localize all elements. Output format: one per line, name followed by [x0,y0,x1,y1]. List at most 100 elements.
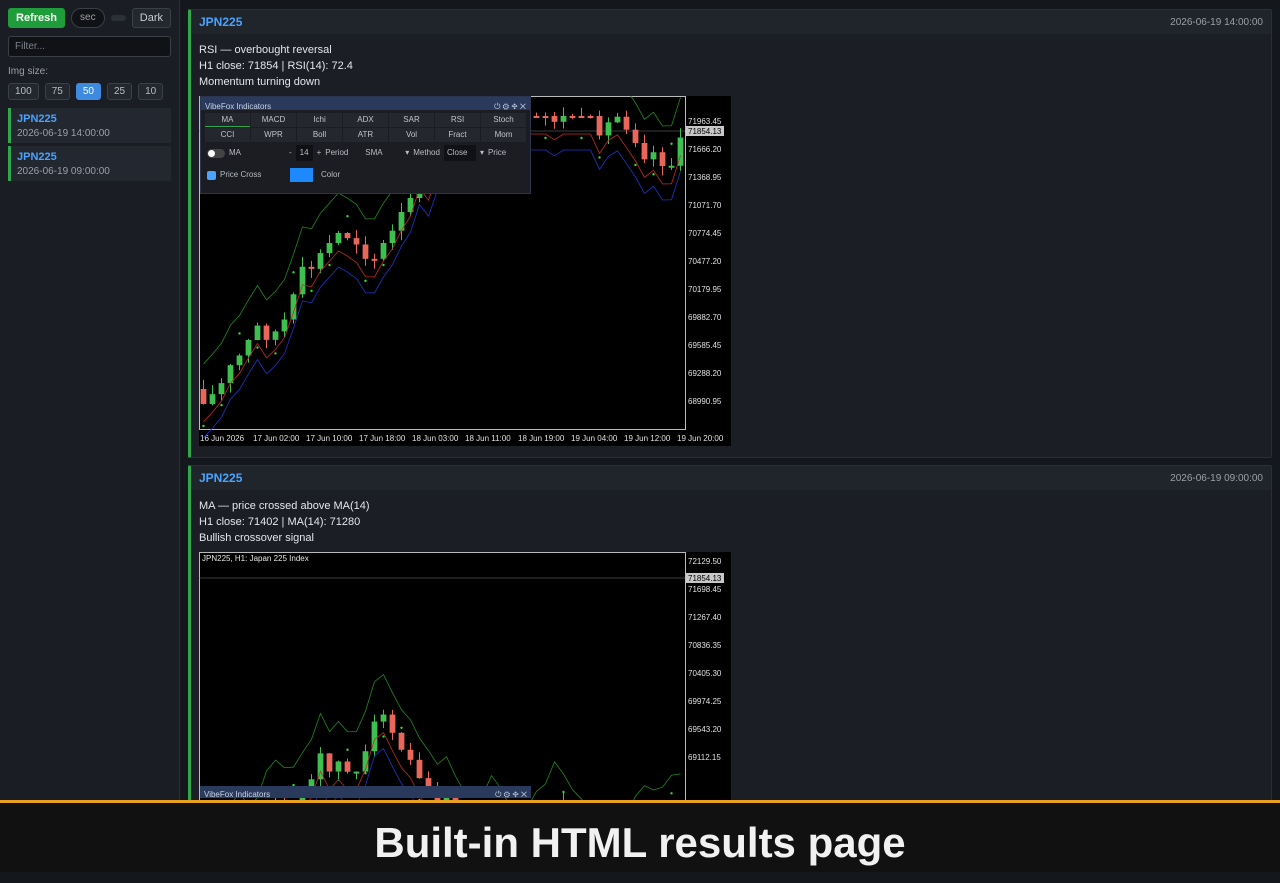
card-symbol: JPN225 [199,471,243,485]
price-axis-label: 71368.95 [688,173,722,182]
price-select[interactable]: Close [443,145,476,161]
candle-body [272,331,279,340]
sar-dot [652,173,655,176]
candle-body [398,212,405,231]
tab-sar[interactable]: SAR [389,113,434,127]
card-body: MA — price crossed above MA(14) H1 close… [191,490,1271,800]
signal-list-item[interactable]: JPN225 2026-06-19 14:00:00 [8,108,171,143]
tab-stoch[interactable]: Stoch [481,113,526,127]
candle-body [362,244,369,259]
sar-dot [346,214,349,218]
dark-mode-button[interactable]: Dark [131,8,171,28]
price-cross-label: Price Cross [220,170,262,179]
tab-cci[interactable]: CCI [205,128,250,142]
indicators-panel: VibeFox Indicators ⏻ ⚙ ✥ ✕ MA MACD Ichi … [200,96,531,194]
candle-body [641,143,648,160]
sar-dot [634,163,637,167]
period-decrement-button[interactable]: - [289,145,292,161]
chart-screenshot: 71963.45 71666.20 71368.95 71071.70 70774.45… [199,75,731,446]
filter-input[interactable]: Filter... [8,36,171,57]
candle-body [659,152,666,166]
candle-body [623,116,630,130]
candle-body [281,319,288,332]
signal-list-item[interactable]: JPN225 2026-06-19 09:00:00 [8,146,171,181]
tab-fract[interactable]: Fract [435,128,480,142]
price-axis-label: 70477.20 [688,257,722,266]
indicators-panel: VibeFox Indicators ⏻ ⚙ ✥ ✕ [200,786,531,799]
size-option-50[interactable]: 50 [75,83,101,100]
ma-toggle[interactable] [207,148,225,158]
tab-mom[interactable]: Mom [481,128,526,142]
indicators-panel-title: VibeFox Indicators [204,790,271,799]
img-size-label: Img size: [8,66,49,77]
period-increment-button[interactable]: + [317,145,322,161]
size-option-10[interactable]: 10 [138,83,164,100]
tab-ichi[interactable]: Ichi [297,113,342,127]
panel-window-controls[interactable]: ⏻ ⚙ ✥ ✕ [495,787,527,799]
candle-body [344,233,351,239]
price-axis-label: 71071.70 [688,201,722,210]
refresh-button[interactable]: Refresh [8,8,65,28]
period-label: Period [325,148,349,157]
candle-body [650,152,657,160]
sar-dot [238,332,241,335]
time-axis-label: 19 Jun 12:00 [624,434,671,443]
signal-symbol: JPN225 [17,113,57,125]
size-option-25[interactable]: 25 [106,83,133,100]
size-option-75[interactable]: 75 [44,83,70,100]
signal-title: RSI — overbought reversal [199,44,332,56]
tab-atr[interactable]: ATR [343,128,388,142]
tab-vol[interactable]: Vol [389,128,434,142]
sar-dot [346,748,349,751]
price-axis-label: 69288.20 [688,369,722,378]
candle-body [533,116,540,118]
ma-label: MA [229,148,241,157]
color-swatch[interactable] [290,168,313,182]
tab-rsi[interactable]: RSI [435,113,480,127]
candle-body [326,243,333,254]
candle-body [614,116,621,123]
tab-macd[interactable]: MACD [251,113,296,127]
tab-boll[interactable]: Boll [297,128,342,142]
candle-body [263,325,270,340]
candle-body [632,129,639,144]
img-size-options: 100 75 50 25 10 [8,83,171,100]
toggle-track[interactable] [110,15,126,21]
chart-screenshot: 72129.50 71698.45 71267.40 70836.35 70405.30… [199,552,731,800]
signal-note: Momentum turning down [199,76,321,88]
sar-dot [220,403,223,407]
panel-window-controls[interactable]: ⏻ ⚙ ✥ ✕ [494,99,526,111]
current-price-label: 71854.13 [688,574,722,583]
period-input[interactable]: 14 [295,145,313,161]
tab-adx[interactable]: ADX [343,113,388,127]
tab-ma[interactable]: MA [205,113,250,127]
candle-body [389,230,396,244]
current-price-label: 71854.13 [688,127,722,136]
time-axis-label: 17 Jun 10:00 [306,434,353,443]
price-axis-label: 70405.30 [688,669,722,678]
price-axis-label: 69543.20 [688,725,722,734]
card-body: RSI — overbought reversal H1 close: 7185… [191,34,1271,446]
card-symbol: JPN225 [199,15,243,29]
sar-dot [382,263,385,267]
price-axis-label: 69974.25 [688,697,722,706]
price-cross-checkbox[interactable] [207,170,216,180]
tab-wpr[interactable]: WPR [251,128,296,142]
chevron-down-icon: ▾ [405,148,410,157]
candle-body [218,383,225,395]
sar-dot [274,352,277,355]
refresh-seconds-input[interactable]: sec [70,8,105,28]
card-date: 2026-06-19 14:00:00 [1170,16,1263,28]
candle-body [560,116,567,122]
price-axis-label: 69585.45 [688,341,722,350]
method-select[interactable]: SMA [365,145,401,161]
time-axis-label: 19 Jun 20:00 [677,434,724,443]
candle-body [371,258,378,261]
color-label: Color [321,170,341,179]
price-label: Price [487,148,507,157]
size-option-100[interactable]: 100 [8,83,39,100]
sar-dot [202,424,205,428]
candle-body [542,116,549,118]
signal-date: 2026-06-19 14:00:00 [17,128,110,139]
price-cross-row: Price Cross Color [201,164,530,186]
